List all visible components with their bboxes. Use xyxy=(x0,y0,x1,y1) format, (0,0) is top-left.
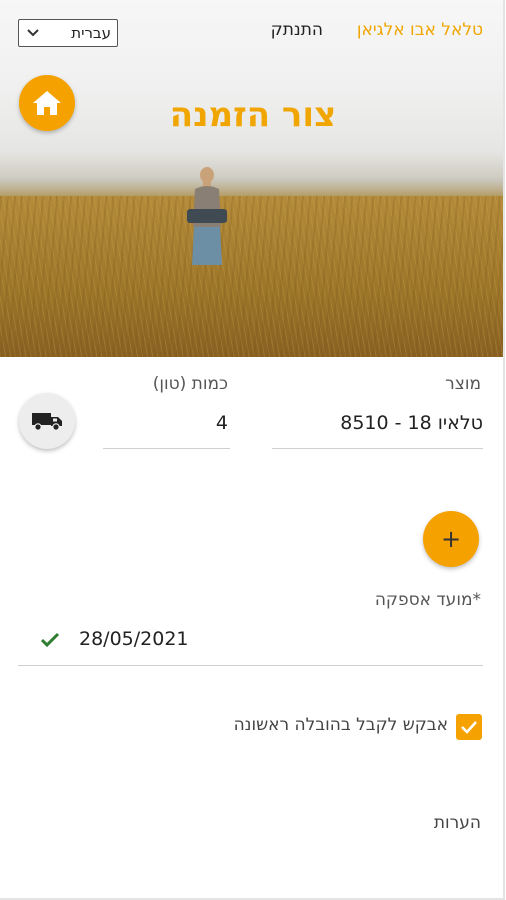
quantity-input[interactable]: 4 xyxy=(103,408,230,449)
order-form: מוצר כמות (טון) 8510 - 18 טלאיו 4 + *מוע… xyxy=(0,357,503,898)
plus-icon: + xyxy=(440,525,462,553)
quantity-value: 4 xyxy=(215,412,228,434)
delivery-date-input[interactable]: 28/05/2021 xyxy=(18,620,483,666)
truck-icon xyxy=(32,413,62,431)
hero-horizon xyxy=(0,178,503,196)
delivery-date-value: 28/05/2021 xyxy=(79,628,189,650)
check-icon xyxy=(461,721,477,734)
add-product-button[interactable]: + xyxy=(423,511,479,567)
checkmark-icon xyxy=(40,629,60,653)
product-value: 8510 - 18 טלאיו xyxy=(340,412,483,434)
logout-link[interactable]: התנתק xyxy=(271,20,323,40)
delivery-date-label: *מועד אספקה xyxy=(374,590,481,610)
woman-in-field-image xyxy=(187,167,227,265)
quantity-label: כמות (טון) xyxy=(152,374,228,394)
first-delivery-label[interactable]: אבקש לקבל בהובלה ראשונה xyxy=(234,715,448,735)
product-select[interactable]: 8510 - 18 טלאיו xyxy=(272,408,483,449)
product-label: מוצר xyxy=(445,374,481,394)
language-select-value: עברית xyxy=(71,24,111,42)
truck-button[interactable] xyxy=(19,393,75,449)
language-select[interactable]: עברית xyxy=(18,19,118,47)
notes-label: הערות xyxy=(433,813,481,833)
page-title: צור הזמנה xyxy=(169,95,337,135)
user-name-link[interactable]: טלאל אבו אלגיאן xyxy=(357,20,483,40)
chevron-down-icon xyxy=(27,26,39,40)
first-delivery-checkbox[interactable] xyxy=(456,714,482,740)
wheat-field-image xyxy=(0,196,503,357)
top-bar: טלאל אבו אלגיאן התנתק עברית xyxy=(0,0,503,64)
